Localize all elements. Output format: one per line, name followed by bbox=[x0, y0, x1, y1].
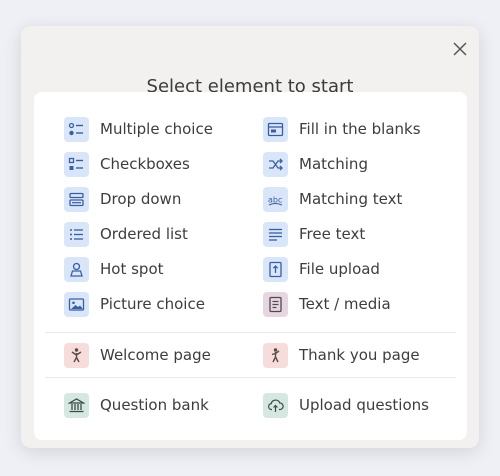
element-label: Text / media bbox=[299, 295, 391, 313]
ordered-list-icon bbox=[64, 221, 89, 247]
bank-icon bbox=[64, 392, 89, 418]
select-element-dialog: Select element to start Multiple choice … bbox=[21, 26, 479, 448]
question-bank-label: Question bank bbox=[100, 396, 209, 414]
text-media-icon bbox=[263, 291, 288, 317]
free-text-icon bbox=[263, 221, 288, 247]
element-checkboxes[interactable]: Checkboxes bbox=[64, 151, 190, 177]
cloud-upload-icon bbox=[263, 392, 288, 418]
element-label: Multiple choice bbox=[100, 120, 213, 138]
element-fill-in-the-blanks[interactable]: Fill in the blanks bbox=[263, 116, 421, 142]
element-label: File upload bbox=[299, 260, 380, 278]
element-label: Matching bbox=[299, 155, 368, 173]
picture-icon bbox=[64, 291, 89, 317]
element-file-upload[interactable]: File upload bbox=[263, 256, 380, 282]
file-upload-icon bbox=[263, 256, 288, 282]
welcome-page-label: Welcome page bbox=[100, 346, 211, 364]
matching-text-icon: abc bbox=[263, 186, 288, 212]
element-text-media[interactable]: Text / media bbox=[263, 291, 391, 317]
element-label: Fill in the blanks bbox=[299, 120, 421, 138]
thank-you-page-option[interactable]: Thank you page bbox=[263, 342, 420, 368]
checkboxes-icon bbox=[64, 151, 89, 177]
welcome-page-option[interactable]: Welcome page bbox=[64, 342, 211, 368]
close-icon[interactable] bbox=[451, 40, 469, 58]
question-bank-option[interactable]: Question bank bbox=[64, 392, 209, 418]
element-ordered-list[interactable]: Ordered list bbox=[64, 221, 188, 247]
element-label: Checkboxes bbox=[100, 155, 190, 173]
thank-you-page-label: Thank you page bbox=[299, 346, 420, 364]
element-label: Ordered list bbox=[100, 225, 188, 243]
divider bbox=[45, 332, 456, 333]
dropdown-icon bbox=[64, 186, 89, 212]
element-multiple-choice[interactable]: Multiple choice bbox=[64, 116, 213, 142]
element-label: Free text bbox=[299, 225, 366, 243]
elements-panel: Multiple choice Checkboxes Drop down Ord… bbox=[34, 92, 467, 440]
thank-you-person-icon bbox=[263, 342, 288, 368]
element-drop-down[interactable]: Drop down bbox=[64, 186, 181, 212]
divider bbox=[45, 377, 456, 378]
upload-questions-label: Upload questions bbox=[299, 396, 429, 414]
element-free-text[interactable]: Free text bbox=[263, 221, 365, 247]
element-matching-text[interactable]: abc Matching text bbox=[263, 186, 402, 212]
element-label: Drop down bbox=[100, 190, 182, 208]
element-hot-spot[interactable]: Hot spot bbox=[64, 256, 164, 282]
welcome-person-icon bbox=[64, 342, 89, 368]
element-label: Hot spot bbox=[100, 260, 164, 278]
hot-spot-icon bbox=[64, 256, 89, 282]
element-label: Picture choice bbox=[100, 295, 205, 313]
element-matching[interactable]: Matching bbox=[263, 151, 368, 177]
element-label: Matching text bbox=[299, 190, 403, 208]
element-picture-choice[interactable]: Picture choice bbox=[64, 291, 205, 317]
fill-blanks-icon bbox=[263, 116, 288, 142]
upload-questions-option[interactable]: Upload questions bbox=[263, 392, 429, 418]
multiple-choice-icon bbox=[64, 116, 89, 142]
shuffle-icon bbox=[263, 151, 288, 177]
